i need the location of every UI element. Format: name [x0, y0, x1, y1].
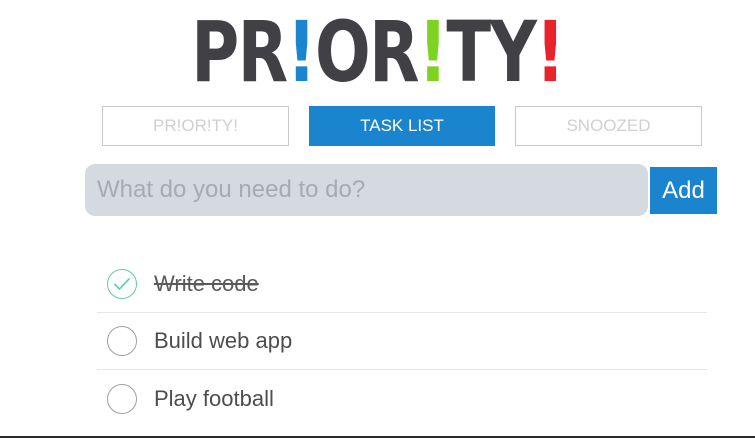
tab-bar: PR!OR!TY! TASK LIST SNOOZED: [0, 106, 755, 148]
task-checkbox-checked[interactable]: [107, 269, 137, 299]
list-item: Write code: [97, 256, 707, 313]
task-label: Build web app: [154, 328, 293, 353]
task-checkbox[interactable]: [107, 326, 137, 356]
app-logo: PR!OR!TY!: [83, 10, 672, 94]
task-label: Write code: [154, 271, 259, 296]
tab-task-list[interactable]: TASK LIST: [309, 106, 495, 146]
logo-exclamation-green: !: [418, 3, 448, 101]
tab-snoozed[interactable]: SNOOZED: [515, 106, 702, 146]
logo-text-1: PR: [191, 3, 288, 101]
checkmark-icon: [113, 277, 131, 291]
logo-exclamation-blue: !: [286, 3, 317, 101]
logo-text-3: TY: [446, 3, 537, 101]
new-task-field: [85, 164, 648, 216]
tab-priority[interactable]: PR!OR!TY!: [102, 106, 289, 146]
list-item: Play football: [97, 370, 707, 427]
add-task-button[interactable]: Add: [650, 167, 717, 214]
logo-text-2: OR: [314, 3, 420, 101]
new-task-input[interactable]: [85, 164, 648, 216]
list-item: Build web app: [97, 313, 707, 370]
task-checkbox[interactable]: [107, 383, 137, 414]
task-list: Write code Build web app Play football: [97, 256, 707, 427]
task-label: Play football: [154, 385, 274, 411]
logo-exclamation-red: !: [535, 3, 565, 101]
